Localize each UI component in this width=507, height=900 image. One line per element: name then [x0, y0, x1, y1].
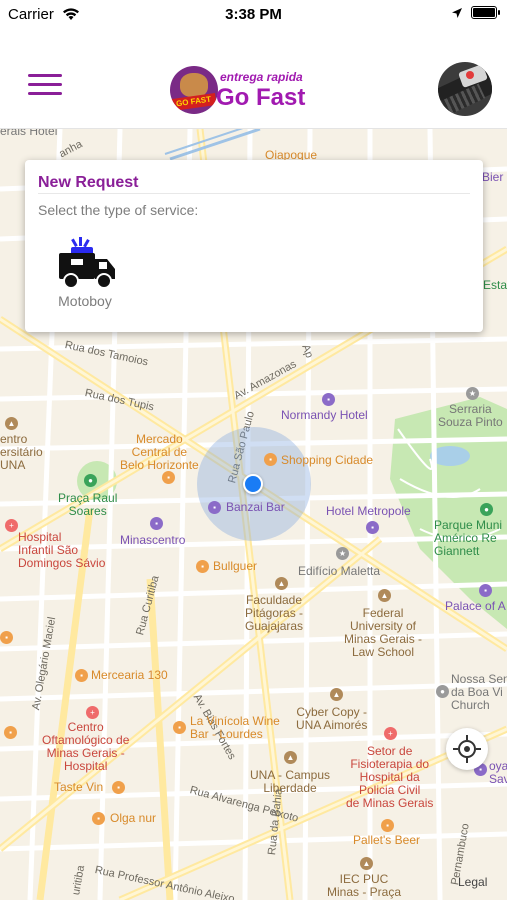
service-option-motoboy[interactable]: Motoboy: [50, 235, 120, 310]
clinic-pin-icon[interactable]: +: [86, 706, 99, 719]
food-pin-icon-2[interactable]: ▪: [4, 726, 17, 739]
card-divider: [38, 193, 470, 194]
wine-bar-pin-icon[interactable]: ▪: [173, 721, 186, 734]
college-pin-icon[interactable]: ▲: [275, 577, 288, 590]
map-label-normandy-hotel: Normandy Hotel: [281, 408, 368, 422]
cyber-copy-pin-icon[interactable]: ▲: [330, 688, 343, 701]
current-location-icon[interactable]: [446, 728, 488, 770]
bar-pin-icon[interactable]: ▪: [208, 501, 221, 514]
map-label-cyber-copy: Cyber Copy - UNA Aimorés: [296, 705, 368, 732]
location-arrow-icon: [452, 7, 462, 18]
pallets-pin-icon[interactable]: ▪: [381, 819, 394, 832]
map-label-taste-vin: Taste Vin: [54, 780, 104, 794]
olga-pin-icon[interactable]: ▪: [92, 812, 105, 825]
map-label-gerais-hotel: erais Hotel: [0, 129, 58, 138]
map-label-serraria: Serraria Souza Pinto: [438, 402, 503, 429]
palace-pin-icon[interactable]: ▪: [479, 584, 492, 597]
map-label-bullguer: Bullguer: [213, 559, 258, 573]
physio-pin-icon[interactable]: +: [384, 727, 397, 740]
map-label-la-vinicola: La Vinícola Wine Bar - Lourdes: [190, 714, 280, 741]
status-bar: Carrier 3:38 PM: [0, 0, 507, 28]
mascot-logo-icon: GO FAST: [170, 66, 218, 114]
restaurant-pin-icon[interactable]: ▪: [196, 560, 209, 573]
delivery-truck-icon: [59, 237, 115, 289]
map-label-edificio-maletta: Edifício Maletta: [298, 564, 381, 578]
map-label-mercado-central: Mercado Central de Belo Horizonte: [120, 432, 199, 472]
church-pin-icon[interactable]: ●: [436, 685, 449, 698]
building-pin-icon[interactable]: ★: [336, 547, 349, 560]
map-label-parque-municipal: Parque Muni Américo Re Giannett: [434, 518, 503, 558]
law-school-pin-icon[interactable]: ▲: [378, 589, 391, 602]
map-label-faculdade-pitagoras: Faculdade Pitágoras - Guajajaras: [245, 593, 304, 633]
hotel-metropole-pin-icon[interactable]: ▪: [366, 521, 379, 534]
app-logo: GO FAST entrega rapida Go Fast: [170, 64, 320, 116]
una-campus-pin-icon[interactable]: ▲: [284, 751, 297, 764]
grocery-pin-icon[interactable]: ▪: [75, 669, 88, 682]
parque-pin-icon[interactable]: ●: [480, 503, 493, 516]
hotel-pin-icon[interactable]: ▪: [322, 393, 335, 406]
map-label-royal-savassi: oyal Savass: [489, 759, 507, 786]
map-label-centro-universitario: entro ersitário UNA: [0, 432, 43, 472]
map-label-una-campus: UNA - Campus Liberdade: [250, 768, 331, 795]
landmark-pin-icon[interactable]: ★: [466, 387, 479, 400]
food-pin-icon[interactable]: ▪: [0, 631, 13, 644]
map-label-bier: Bier: [482, 170, 504, 184]
map-label-iec-puc: IEC PUC Minas - Praça da Liberdade: [327, 872, 402, 900]
map-label-mercearia-130: Mercearia 130: [91, 668, 168, 682]
map-label-pallets-beer: Pallet's Beer: [353, 833, 420, 847]
legal-link[interactable]: Legal: [458, 875, 487, 889]
map-label-hospital-infantil: Hospital Infantil São Domingos Sávio: [18, 530, 106, 570]
convention-pin-icon[interactable]: ▪: [150, 517, 163, 530]
new-request-card: New Request Select the type of service: …: [25, 160, 483, 332]
university-pin-icon[interactable]: ▲: [5, 417, 18, 430]
logo-tagline: entrega rapida: [220, 70, 303, 84]
user-avatar[interactable]: [438, 62, 492, 116]
map-label-shopping-cidade: Shopping Cidade: [281, 453, 374, 467]
shopping-pin-icon[interactable]: ▪: [264, 453, 277, 466]
map-label-setor-fisioterapia: Setor de Fisioterapia do Hospital da Pol…: [346, 744, 434, 810]
map-label-nossa-senhora: Nossa Sen da Boa Vi Church: [451, 672, 507, 712]
map-label-banzai-bar: Banzai Bar: [226, 500, 285, 514]
map-label-federal-university: Federal University of Minas Gerais - Law…: [344, 606, 423, 659]
map-label-hotel-metropole: Hotel Metropole: [326, 504, 411, 518]
current-location-dot: [243, 474, 263, 494]
card-subtitle: Select the type of service:: [38, 202, 199, 218]
map-label-centro-oftalmologico: Centro Oftamológico de Minas Gerais - Ho…: [42, 720, 130, 773]
battery-icon: [471, 6, 500, 19]
status-time: 3:38 PM: [225, 6, 282, 23]
card-title: New Request: [38, 174, 139, 191]
market-pin-icon[interactable]: ▪: [162, 471, 175, 484]
map-label-palace-of-arts: Palace of A: [445, 599, 506, 613]
hamburger-menu-icon[interactable]: [28, 74, 62, 98]
map-label-minascentro: Minascentro: [120, 533, 186, 547]
map-label-olga-nur: Olga nur: [110, 811, 157, 825]
iec-puc-pin-icon[interactable]: ▲: [360, 857, 373, 870]
logo-brand: Go Fast: [216, 84, 306, 111]
map-label-estac: Estac: [483, 278, 507, 292]
park-pin-icon[interactable]: ●: [84, 474, 97, 487]
taste-vin-pin-icon[interactable]: ▪: [112, 781, 125, 794]
service-label-motoboy: Motoboy: [58, 293, 112, 309]
app-header: GO FAST entrega rapida Go Fast: [0, 28, 507, 129]
map-label-praca-raul-soares: Praça Raul Soares: [58, 491, 118, 518]
hospital-pin-icon[interactable]: +: [5, 519, 18, 532]
